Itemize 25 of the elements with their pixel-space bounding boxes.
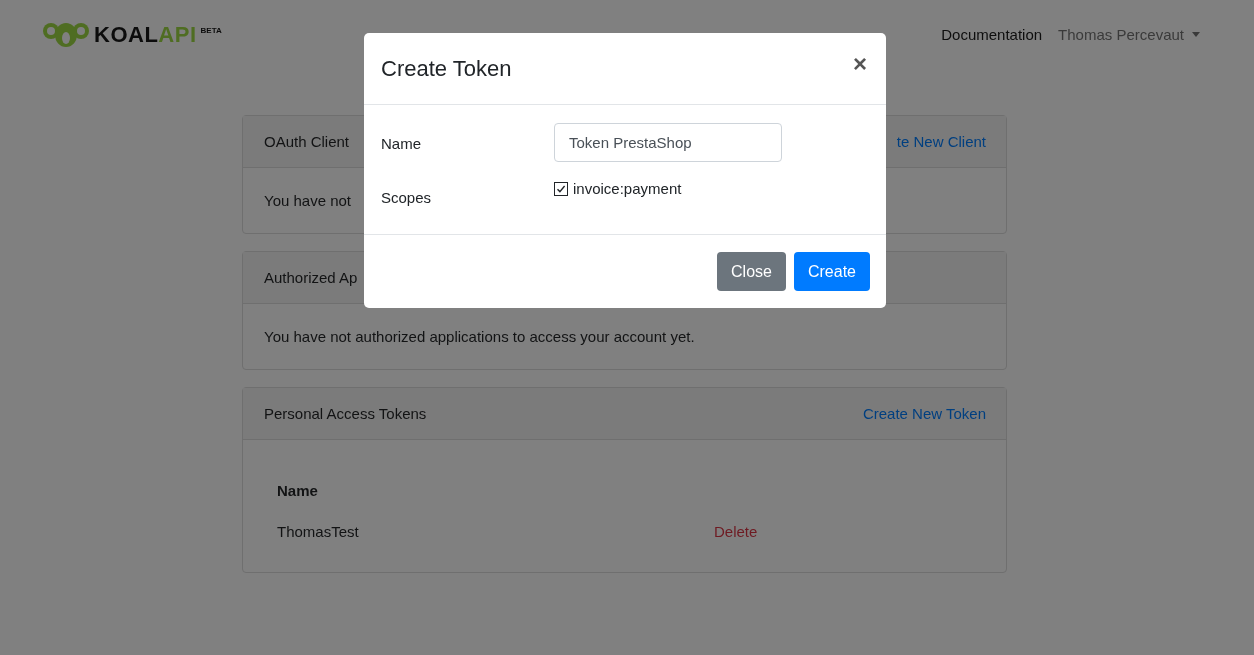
modal-title: Create Token	[381, 55, 512, 82]
brand-logo[interactable]: KOALAPI	[94, 22, 197, 48]
close-button[interactable]: ×	[851, 51, 869, 76]
card-title: Personal Access Tokens	[264, 405, 427, 422]
card-action-link[interactable]: Create New Token	[862, 405, 986, 422]
user-menu[interactable]: Thomas Percevaut	[1058, 26, 1200, 43]
card-title: Authorized Ap	[264, 269, 358, 286]
field-label: Name	[381, 134, 422, 152]
card-title: OAuth Client	[264, 133, 350, 150]
checkbox[interactable]	[554, 181, 568, 196]
name-input-field[interactable]: Token PrestaShop	[554, 123, 782, 162]
caret-icon	[1192, 32, 1200, 37]
card-action-link[interactable]: te New Client	[896, 133, 986, 150]
delete-link[interactable]: Delete	[714, 523, 972, 540]
create-button[interactable]: Create	[793, 252, 870, 291]
nav-link[interactable]: Documentation	[941, 26, 1043, 43]
checkbox-label: invoice:payment	[573, 180, 682, 197]
card-text: You have not	[264, 192, 352, 209]
close-button[interactable]: Close	[717, 252, 786, 291]
table-header: Name	[277, 482, 319, 499]
beta-label: BETA	[200, 26, 222, 35]
field-label: Scopes	[381, 188, 433, 206]
koala-logo-icon	[42, 22, 90, 48]
card-text: You have not authorized applications to access your account yet.	[264, 328, 695, 345]
table-cell-text: ThomasTest	[277, 523, 360, 540]
